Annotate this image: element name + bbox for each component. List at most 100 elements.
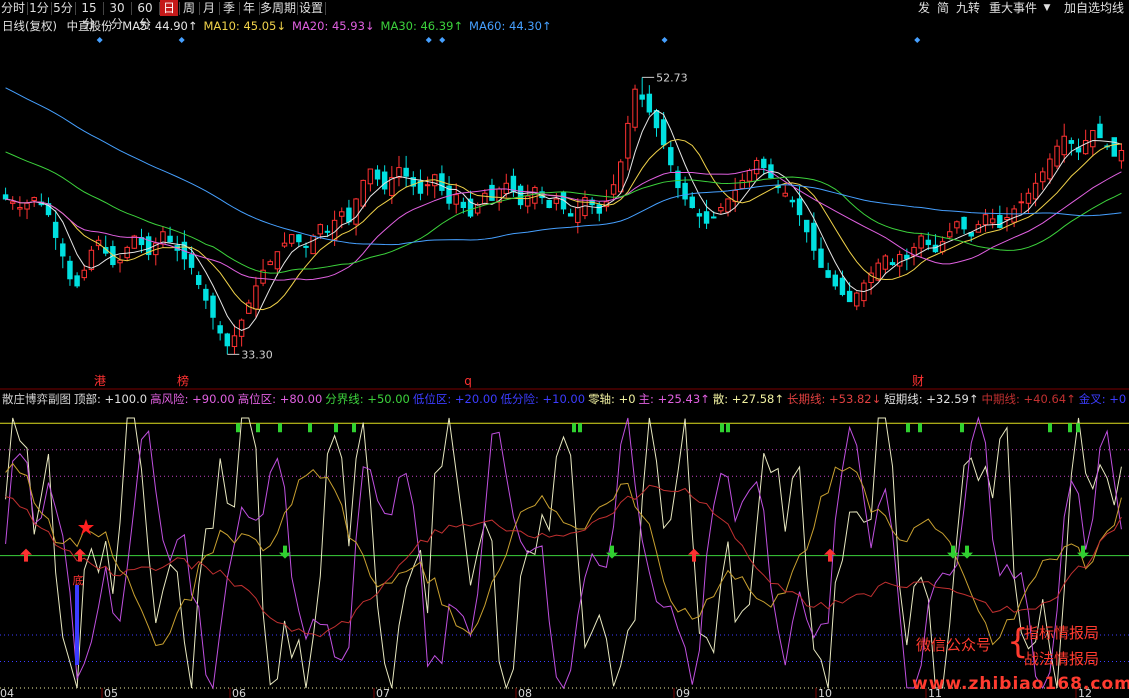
top-signal-bar [918, 423, 922, 433]
candle-body [374, 169, 381, 180]
candle-body [10, 201, 16, 204]
top-signal-bar [960, 423, 964, 433]
watermark-right-2: 战法情报局 [1024, 650, 1100, 668]
candle-body [546, 199, 552, 209]
watermark-url: www.zhibiao168.com [912, 674, 1129, 694]
event-marker-label: 榜 [177, 373, 189, 388]
event-diamond [178, 37, 185, 43]
candle-body [575, 207, 581, 223]
sell-arrow-icon [961, 545, 973, 559]
candle-body [281, 242, 288, 247]
candle-body [567, 213, 574, 217]
candle-body [274, 251, 281, 270]
event-diamond [661, 37, 668, 43]
candle-body [88, 249, 95, 270]
top-signal-bar [1076, 423, 1080, 433]
long-term-line [5, 484, 1122, 638]
candle-body [811, 222, 817, 251]
candle-body [653, 110, 660, 129]
high-price-label: 52.73 [656, 71, 688, 84]
candle-body [288, 234, 295, 244]
candle-body [60, 243, 66, 257]
candle-body [803, 219, 810, 233]
bottom-signal-label: 底 [73, 573, 84, 587]
x-tick-month: 08 [518, 687, 532, 698]
candle-body [238, 319, 245, 337]
low-price-label: 33.30 [241, 348, 273, 361]
candle-body [596, 204, 602, 214]
candle-body [246, 302, 252, 314]
candle-body [303, 245, 309, 248]
candle-body [424, 184, 431, 187]
ma-line-ma5 [5, 109, 1122, 331]
candle-body [739, 179, 746, 189]
candle-body [1025, 192, 1032, 204]
candle-body [882, 255, 889, 270]
candle-body [875, 262, 881, 281]
candle-body [52, 221, 59, 238]
candle-body [167, 235, 173, 243]
candle-body [217, 325, 223, 334]
top-signal-bar [726, 423, 730, 433]
candle-body [1061, 135, 1067, 156]
candle-body [646, 93, 653, 113]
candle-body [324, 230, 331, 233]
candle-body [675, 170, 681, 189]
candle-body [525, 195, 531, 207]
top-signal-bar [572, 423, 576, 433]
candle-body [360, 179, 366, 207]
candle-body [703, 211, 710, 224]
top-signal-bar [308, 423, 312, 433]
candle-body [925, 239, 932, 246]
candle-body [24, 202, 30, 210]
candle-body [1097, 123, 1103, 139]
candle-body [854, 292, 860, 307]
candle-body [224, 333, 231, 347]
candle-body [553, 198, 560, 204]
sell-arrow-icon [947, 545, 959, 559]
candle-body [296, 234, 302, 243]
candle-body [188, 254, 195, 268]
candle-body [725, 198, 731, 213]
candle-body [668, 147, 674, 166]
candle-body [417, 180, 424, 194]
top-signal-bar [1048, 423, 1052, 433]
x-tick-month: 05 [104, 687, 118, 698]
candle-body [696, 213, 703, 217]
candle-body [660, 119, 667, 146]
candle-body [818, 248, 824, 268]
candle-body [639, 94, 645, 100]
candle-body [618, 161, 624, 193]
candle-body [517, 185, 524, 206]
candle-body [682, 182, 688, 200]
candle-body [203, 288, 209, 301]
top-signal-bar [720, 423, 724, 433]
top-signal-bar [352, 423, 356, 433]
x-tick-month: 06 [232, 687, 246, 698]
candle-body [381, 171, 388, 190]
candle-body [1047, 158, 1053, 180]
event-diamond [439, 37, 446, 43]
candle-body [610, 184, 617, 195]
candle-body [353, 198, 359, 225]
candle-body [1068, 140, 1075, 144]
candle-body [474, 204, 481, 214]
ma-line-ma60 [5, 87, 1122, 246]
candle-body [403, 167, 409, 177]
candle-body [782, 192, 788, 197]
candle-body [1054, 145, 1060, 167]
candle-body [339, 211, 345, 217]
candle-body [789, 199, 796, 203]
candle-body [989, 218, 996, 224]
top-signal-bar [578, 423, 582, 433]
golden-cross-bar [75, 585, 79, 665]
candle-body [982, 214, 989, 226]
event-marker-label: 港 [94, 374, 106, 388]
candle-body [81, 269, 87, 279]
candle-body [1032, 182, 1039, 200]
candle-body [796, 198, 803, 216]
price-chart-canvas[interactable]: 52.7333.30港榜 q 财底04 05 06 07 08 09 10 11 12 [0, 0, 1129, 698]
candle-body [317, 224, 324, 235]
candle-body [2, 194, 9, 200]
event-marker-label: 财 [912, 374, 924, 388]
